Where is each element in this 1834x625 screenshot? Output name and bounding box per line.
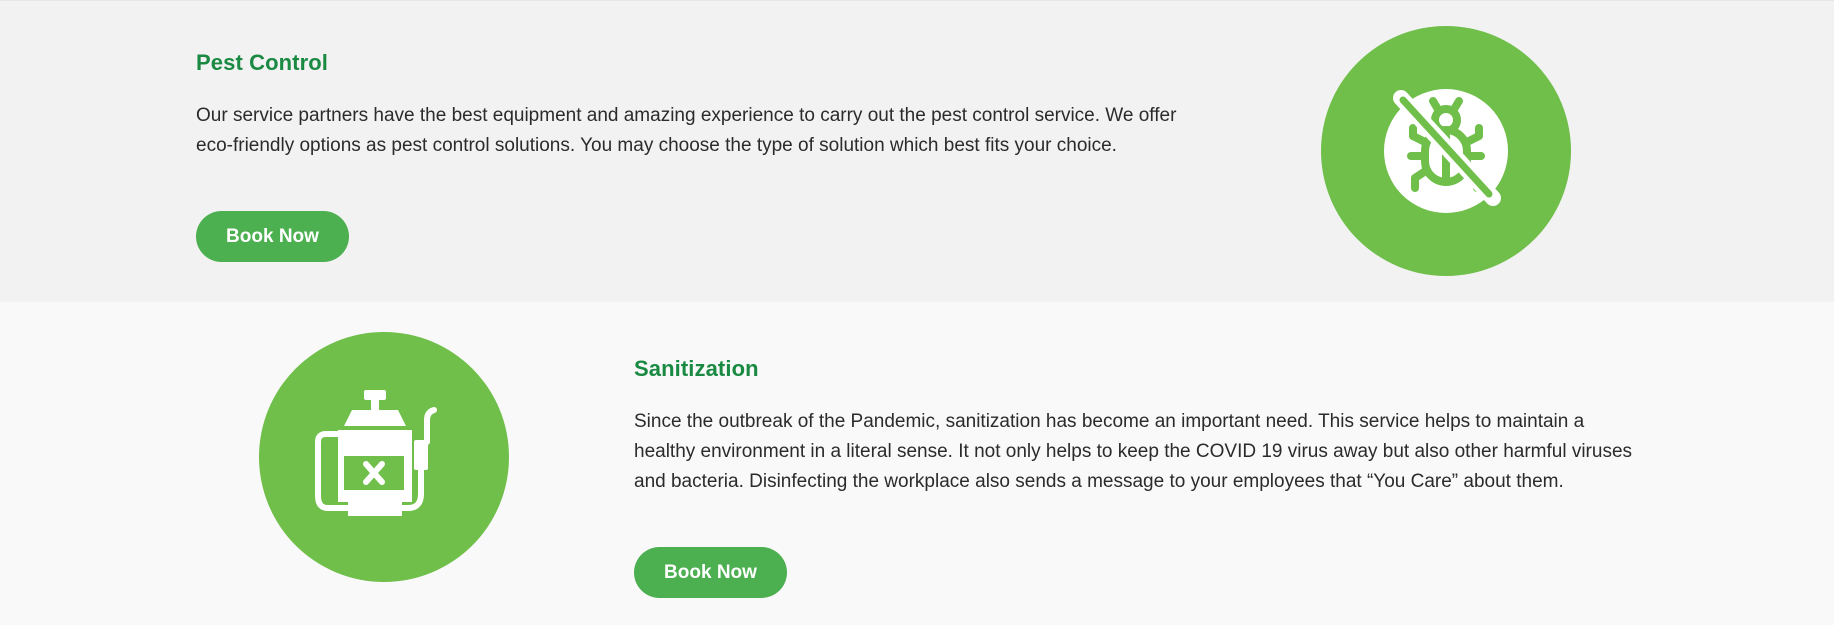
pest-control-title: Pest Control	[196, 50, 328, 75]
sanitization-book-now-button[interactable]: Book Now	[634, 547, 787, 598]
pest-control-icon-circle	[1321, 26, 1571, 276]
sanitization-description: Since the outbreak of the Pandemic, sani…	[634, 411, 1633, 492]
sprayer-icon	[315, 390, 437, 516]
no-bug-icon	[1384, 89, 1508, 213]
pest-control-book-now-button[interactable]: Book Now	[196, 211, 349, 262]
pest-control-description: Our service partners have the best equip…	[196, 105, 1177, 156]
sanitization-title: Sanitization	[634, 356, 759, 381]
sanitization-icon-circle	[259, 332, 509, 582]
